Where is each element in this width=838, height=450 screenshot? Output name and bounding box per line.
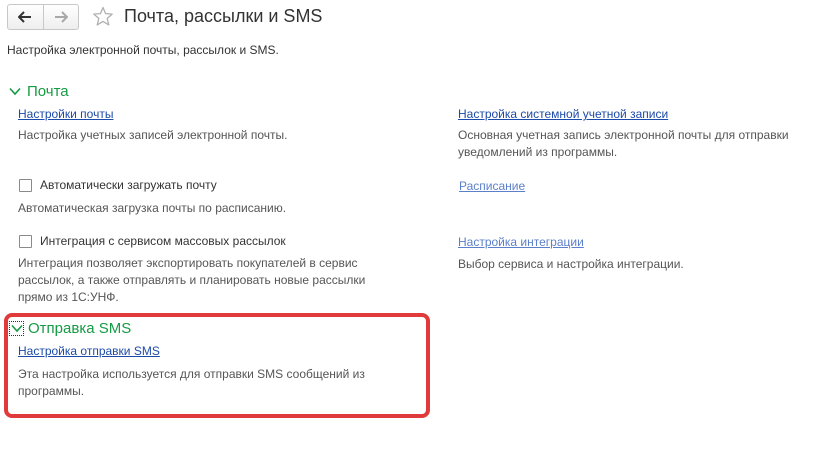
star-icon [93, 6, 113, 26]
auto-load-checkbox[interactable] [19, 178, 32, 192]
mail-group-header[interactable]: Почта [9, 83, 69, 100]
page-title: Почта, рассылки и SMS [124, 6, 323, 26]
chevron-down-icon [9, 87, 21, 96]
integration-checkbox[interactable] [19, 234, 32, 248]
navigation-buttons [7, 4, 79, 30]
forward-button[interactable] [42, 5, 79, 29]
sms-desc: Эта настройка используется для отправки … [18, 366, 365, 400]
integration-settings-desc: Выбор сервиса и настройка интеграции. [458, 257, 684, 271]
mail-settings-desc: Настройка учетных записей электронной по… [18, 128, 288, 142]
integration-settings-link[interactable]: Настройка интеграции [458, 235, 584, 249]
integration-desc-line: рассылок, а также отправлять и планирова… [18, 273, 366, 287]
system-account-desc: Основная учетная запись электронной почт… [458, 127, 789, 161]
back-button[interactable] [8, 5, 43, 29]
integration-desc: Интеграция позволяет экспортировать поку… [18, 255, 365, 306]
sms-settings-link[interactable]: Настройка отправки SMS [18, 344, 160, 358]
system-account-link[interactable]: Настройка системной учетной записи [458, 107, 668, 121]
integration-label: Интеграция с сервисом массовых рассылок [40, 234, 286, 248]
arrow-left-icon [18, 11, 32, 23]
mail-settings-link[interactable]: Настройки почты [18, 107, 113, 121]
arrow-right-icon [54, 11, 68, 23]
favorite-button[interactable] [92, 6, 114, 32]
integration-row[interactable]: Интеграция с сервисом массовых рассылок [19, 234, 286, 248]
mail-group-title: Почта [27, 83, 69, 100]
integration-desc-line: прямо из 1С:УНФ. [18, 290, 119, 304]
sms-collapse-toggle[interactable] [9, 321, 24, 336]
auto-load-row[interactable]: Автоматически загружать почту [19, 178, 217, 192]
system-account-desc-line: Основная учетная запись электронной почт… [458, 128, 789, 142]
auto-load-label: Автоматически загружать почту [40, 178, 217, 192]
sms-group-header[interactable]: Отправка SMS [9, 320, 131, 337]
schedule-link[interactable]: Расписание [459, 179, 525, 193]
integration-desc-line: Интеграция позволяет экспортировать поку… [18, 256, 358, 270]
auto-load-desc: Автоматическая загрузка почты по расписа… [18, 201, 287, 215]
chevron-down-icon [10, 324, 23, 333]
sms-desc-line: Эта настройка используется для отправки … [18, 367, 365, 381]
sms-group-title: Отправка SMS [28, 320, 132, 337]
system-account-desc-line: уведомлений из программы. [458, 145, 618, 159]
sms-desc-line: программы. [18, 384, 85, 398]
page-description: Настройка электронной почты, рассылок и … [7, 43, 279, 57]
